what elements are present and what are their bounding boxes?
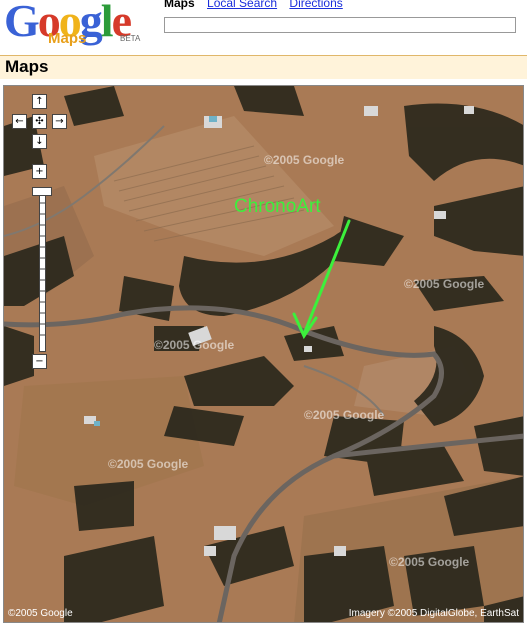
- pan-left-icon[interactable]: ←: [12, 114, 27, 129]
- pan-right-icon[interactable]: →: [52, 114, 67, 129]
- imagery-credit: Imagery ©2005 DigitalGlobe, EarthSat: [348, 608, 519, 619]
- map-watermark: ©2005 Google: [389, 555, 470, 569]
- google-maps-logo[interactable]: Google Maps BETA: [4, 0, 154, 50]
- search-input[interactable]: [164, 17, 516, 33]
- pan-down-icon[interactable]: ↓: [32, 134, 47, 149]
- header: Google Maps BETA Maps Local Search Direc…: [0, 0, 527, 54]
- nav-maps: Maps: [164, 0, 195, 10]
- product-nav: Maps Local Search Directions: [164, 0, 352, 10]
- chronoart-annotation: ChronoArt: [234, 196, 321, 217]
- nav-directions[interactable]: Directions: [289, 0, 342, 10]
- pan-up-icon[interactable]: ↑: [32, 94, 47, 109]
- map-copyright: ©2005 Google: [8, 608, 73, 619]
- logo-product: Maps: [48, 30, 87, 47]
- map-watermark: ©2005 Google: [264, 153, 345, 167]
- map-watermark: ©2005 Google: [304, 408, 385, 422]
- zoom-out-button[interactable]: −: [32, 354, 47, 369]
- zoom-in-button[interactable]: +: [32, 164, 47, 179]
- map-watermark: ©2005 Google: [154, 338, 235, 352]
- zoom-ticks: [40, 202, 45, 336]
- zoom-slider-handle[interactable]: [32, 187, 52, 196]
- map-watermark: ©2005 Google: [404, 277, 485, 291]
- satellite-map[interactable]: ©2005 Google ©2005 Google ©2005 Google ©…: [3, 85, 524, 623]
- title-bar: Maps: [0, 55, 527, 79]
- pan-reset-icon[interactable]: ✣: [32, 114, 47, 129]
- beta-badge: BETA: [120, 34, 141, 43]
- map-watermark: ©2005 Google: [108, 457, 189, 471]
- nav-local-search[interactable]: Local Search: [207, 0, 277, 10]
- page-title: Maps: [5, 57, 49, 76]
- zoom-track[interactable]: [39, 190, 46, 352]
